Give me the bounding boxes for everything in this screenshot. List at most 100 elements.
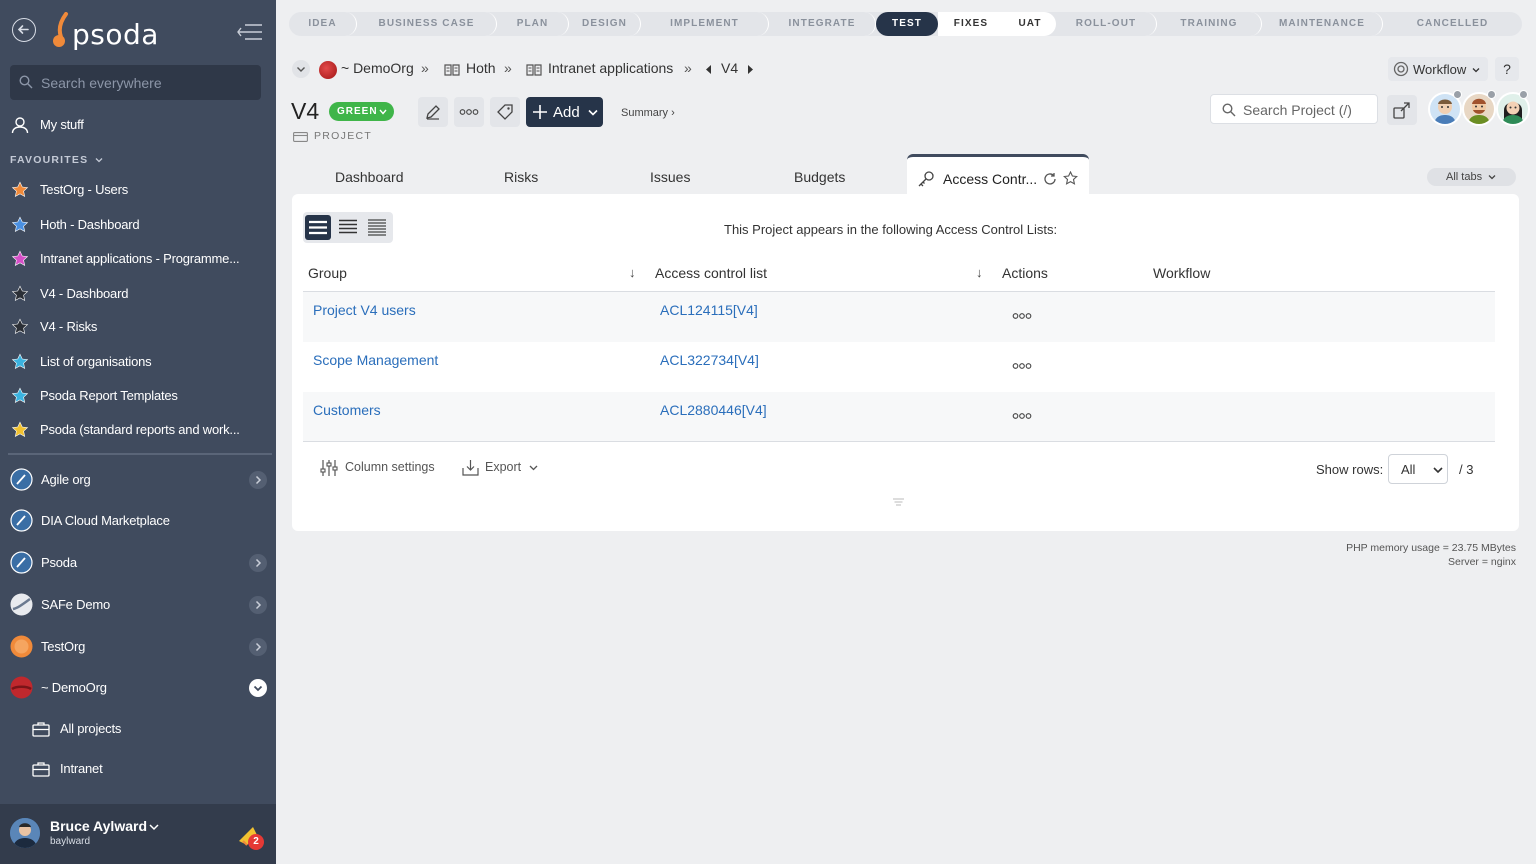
row-total: / 3 bbox=[1459, 462, 1474, 477]
tab-issues[interactable]: Issues bbox=[650, 169, 690, 185]
tab-access-control[interactable]: Access Contr... bbox=[907, 154, 1089, 196]
column-header-workflow[interactable]: Workflow bbox=[1153, 265, 1210, 281]
sidebar-favourite-item[interactable]: Hoth - Dashboard bbox=[0, 209, 276, 241]
org-logo-icon bbox=[10, 551, 33, 574]
sidebar-favourite-item[interactable]: Intranet applications - Programme... bbox=[0, 243, 276, 275]
stage-fixes[interactable]: FIXES bbox=[938, 12, 1004, 36]
show-rows-select[interactable]: All bbox=[1388, 454, 1448, 484]
presence-indicator bbox=[1453, 90, 1462, 99]
stage-idea[interactable]: IDEA bbox=[289, 12, 357, 36]
acl-link[interactable]: ACL322734[V4] bbox=[660, 352, 759, 368]
star-icon[interactable] bbox=[1063, 171, 1078, 186]
column-header-group[interactable]: Group bbox=[308, 265, 347, 281]
star-icon bbox=[11, 421, 29, 437]
sidebar-item-my-stuff[interactable]: My stuff bbox=[0, 109, 276, 141]
sidebar-favourite-item[interactable]: V4 - Dashboard bbox=[0, 278, 276, 310]
sidebar-favourite-item[interactable]: Psoda Report Templates bbox=[0, 380, 276, 412]
acl-link[interactable]: ACL2880446[V4] bbox=[660, 402, 767, 418]
row-actions-icon[interactable] bbox=[1012, 412, 1032, 420]
sidebar-favourite-item[interactable]: List of organisations bbox=[0, 346, 276, 378]
sidebar-org-item[interactable]: Psoda bbox=[0, 545, 276, 581]
stage-plan[interactable]: PLAN bbox=[497, 12, 569, 36]
add-button[interactable]: Add bbox=[526, 97, 603, 127]
tab-dashboard[interactable]: Dashboard bbox=[335, 169, 404, 185]
status-badge[interactable]: GREEN bbox=[329, 102, 394, 121]
list-icon bbox=[309, 220, 327, 235]
next-arrow-icon[interactable] bbox=[747, 65, 753, 74]
project-stage-bar: IDEA BUSINESS CASE PLAN DESIGN IMPLEMENT INTE… bbox=[289, 12, 1522, 36]
stage-design[interactable]: DESIGN bbox=[569, 12, 641, 36]
stage-cancelled[interactable]: CANCELLED bbox=[1383, 12, 1522, 36]
help-button[interactable]: ? bbox=[1495, 57, 1519, 81]
chevron-down-icon[interactable] bbox=[249, 679, 267, 697]
sidebar-item-label: List of organisations bbox=[40, 354, 152, 369]
chevron-right-icon[interactable] bbox=[249, 554, 267, 572]
sidebar-item-label: Psoda (standard reports and work... bbox=[40, 422, 240, 437]
briefcase-icon bbox=[32, 762, 50, 777]
refresh-icon[interactable] bbox=[1043, 172, 1057, 186]
edit-button[interactable] bbox=[418, 97, 448, 127]
search-project-input[interactable]: Search Project (/) bbox=[1210, 94, 1378, 124]
psoda-logo[interactable]: psoda bbox=[50, 12, 160, 52]
back-icon[interactable] bbox=[12, 18, 36, 42]
search-everywhere-input[interactable]: Search everywhere bbox=[10, 65, 261, 100]
sidebar-org-item[interactable]: Agile org bbox=[0, 462, 276, 498]
sidebar-org-item[interactable]: SAFe Demo bbox=[0, 587, 276, 623]
chevron-right-icon[interactable] bbox=[249, 596, 267, 614]
workflow-button[interactable]: Workflow bbox=[1388, 57, 1488, 81]
stage-implement[interactable]: IMPLEMENT bbox=[641, 12, 769, 36]
group-link[interactable]: Scope Management bbox=[313, 352, 438, 368]
chevron-right-icon[interactable] bbox=[249, 638, 267, 656]
compact-view-button[interactable] bbox=[335, 215, 361, 240]
sidebar-org-item[interactable]: DIA Cloud Marketplace bbox=[0, 503, 276, 539]
sort-arrow-icon[interactable]: ↓ bbox=[976, 265, 983, 280]
sidebar-item-label: Intranet applications - Programme... bbox=[40, 251, 240, 266]
breadcrumb-dropdown-button[interactable] bbox=[292, 60, 310, 78]
sidebar-item-intranet[interactable]: Intranet bbox=[0, 753, 276, 785]
user-menu[interactable]: Bruce Aylward baylward 2 bbox=[0, 804, 276, 864]
stage-training[interactable]: TRAINING bbox=[1157, 12, 1262, 36]
sidebar-item-label: V4 - Risks bbox=[40, 319, 98, 334]
presence-indicator bbox=[1519, 90, 1528, 99]
breadcrumb-item-intranet-applications[interactable]: Intranet applications bbox=[548, 60, 673, 76]
share-button[interactable] bbox=[1387, 95, 1417, 125]
server-info: PHP memory usage = 23.75 MBytes Server =… bbox=[1346, 541, 1516, 569]
chevron-right-icon[interactable] bbox=[249, 471, 267, 489]
group-link[interactable]: Customers bbox=[313, 402, 381, 418]
tab-budgets[interactable]: Budgets bbox=[794, 169, 845, 185]
sort-arrow-icon[interactable]: ↓ bbox=[629, 265, 636, 280]
acl-link[interactable]: ACL124115[V4] bbox=[660, 302, 758, 318]
org-logo-icon bbox=[10, 676, 33, 699]
sidebar-org-item[interactable]: ~ DemoOrg bbox=[0, 670, 276, 706]
all-tabs-button[interactable]: All tabs bbox=[1427, 168, 1516, 186]
sidebar-org-item[interactable]: TestOrg bbox=[0, 629, 276, 665]
stage-business-case[interactable]: BUSINESS CASE bbox=[357, 12, 497, 36]
tag-button[interactable] bbox=[490, 97, 520, 127]
tab-risks[interactable]: Risks bbox=[504, 169, 538, 185]
sidebar-favourite-item[interactable]: Psoda (standard reports and work... bbox=[0, 414, 276, 446]
more-actions-button[interactable] bbox=[454, 97, 484, 127]
breadcrumb-item-hoth[interactable]: Hoth bbox=[466, 60, 496, 76]
row-actions-icon[interactable] bbox=[1012, 312, 1032, 320]
previous-arrow-icon[interactable] bbox=[706, 65, 712, 74]
row-actions-icon[interactable] bbox=[1012, 362, 1032, 370]
star-icon bbox=[11, 285, 29, 301]
collapse-sidebar-icon[interactable] bbox=[236, 22, 264, 42]
key-icon bbox=[918, 171, 934, 187]
group-link[interactable]: Project V4 users bbox=[313, 302, 416, 318]
stage-roll-out[interactable]: ROLL-OUT bbox=[1056, 12, 1157, 36]
favourites-heading[interactable]: FAVOURITES bbox=[10, 154, 103, 166]
resize-handle-icon[interactable] bbox=[892, 498, 905, 506]
dense-view-button[interactable] bbox=[364, 215, 390, 240]
stage-uat[interactable]: UAT bbox=[1004, 12, 1056, 36]
stage-test[interactable]: TEST bbox=[876, 12, 938, 36]
summary-link[interactable]: Summary › bbox=[621, 107, 675, 119]
comfortable-view-button[interactable] bbox=[305, 215, 331, 240]
sidebar-item-all-projects[interactable]: All projects bbox=[0, 713, 276, 745]
stage-maintenance[interactable]: MAINTENANCE bbox=[1262, 12, 1383, 36]
sidebar-favourite-item[interactable]: V4 - Risks bbox=[0, 311, 276, 343]
sidebar-favourite-item[interactable]: TestOrg - Users bbox=[0, 174, 276, 206]
column-header-acl[interactable]: Access control list bbox=[655, 265, 767, 281]
stage-integrate[interactable]: INTEGRATE bbox=[769, 12, 876, 36]
breadcrumb-org[interactable]: ~ DemoOrg bbox=[341, 60, 414, 76]
